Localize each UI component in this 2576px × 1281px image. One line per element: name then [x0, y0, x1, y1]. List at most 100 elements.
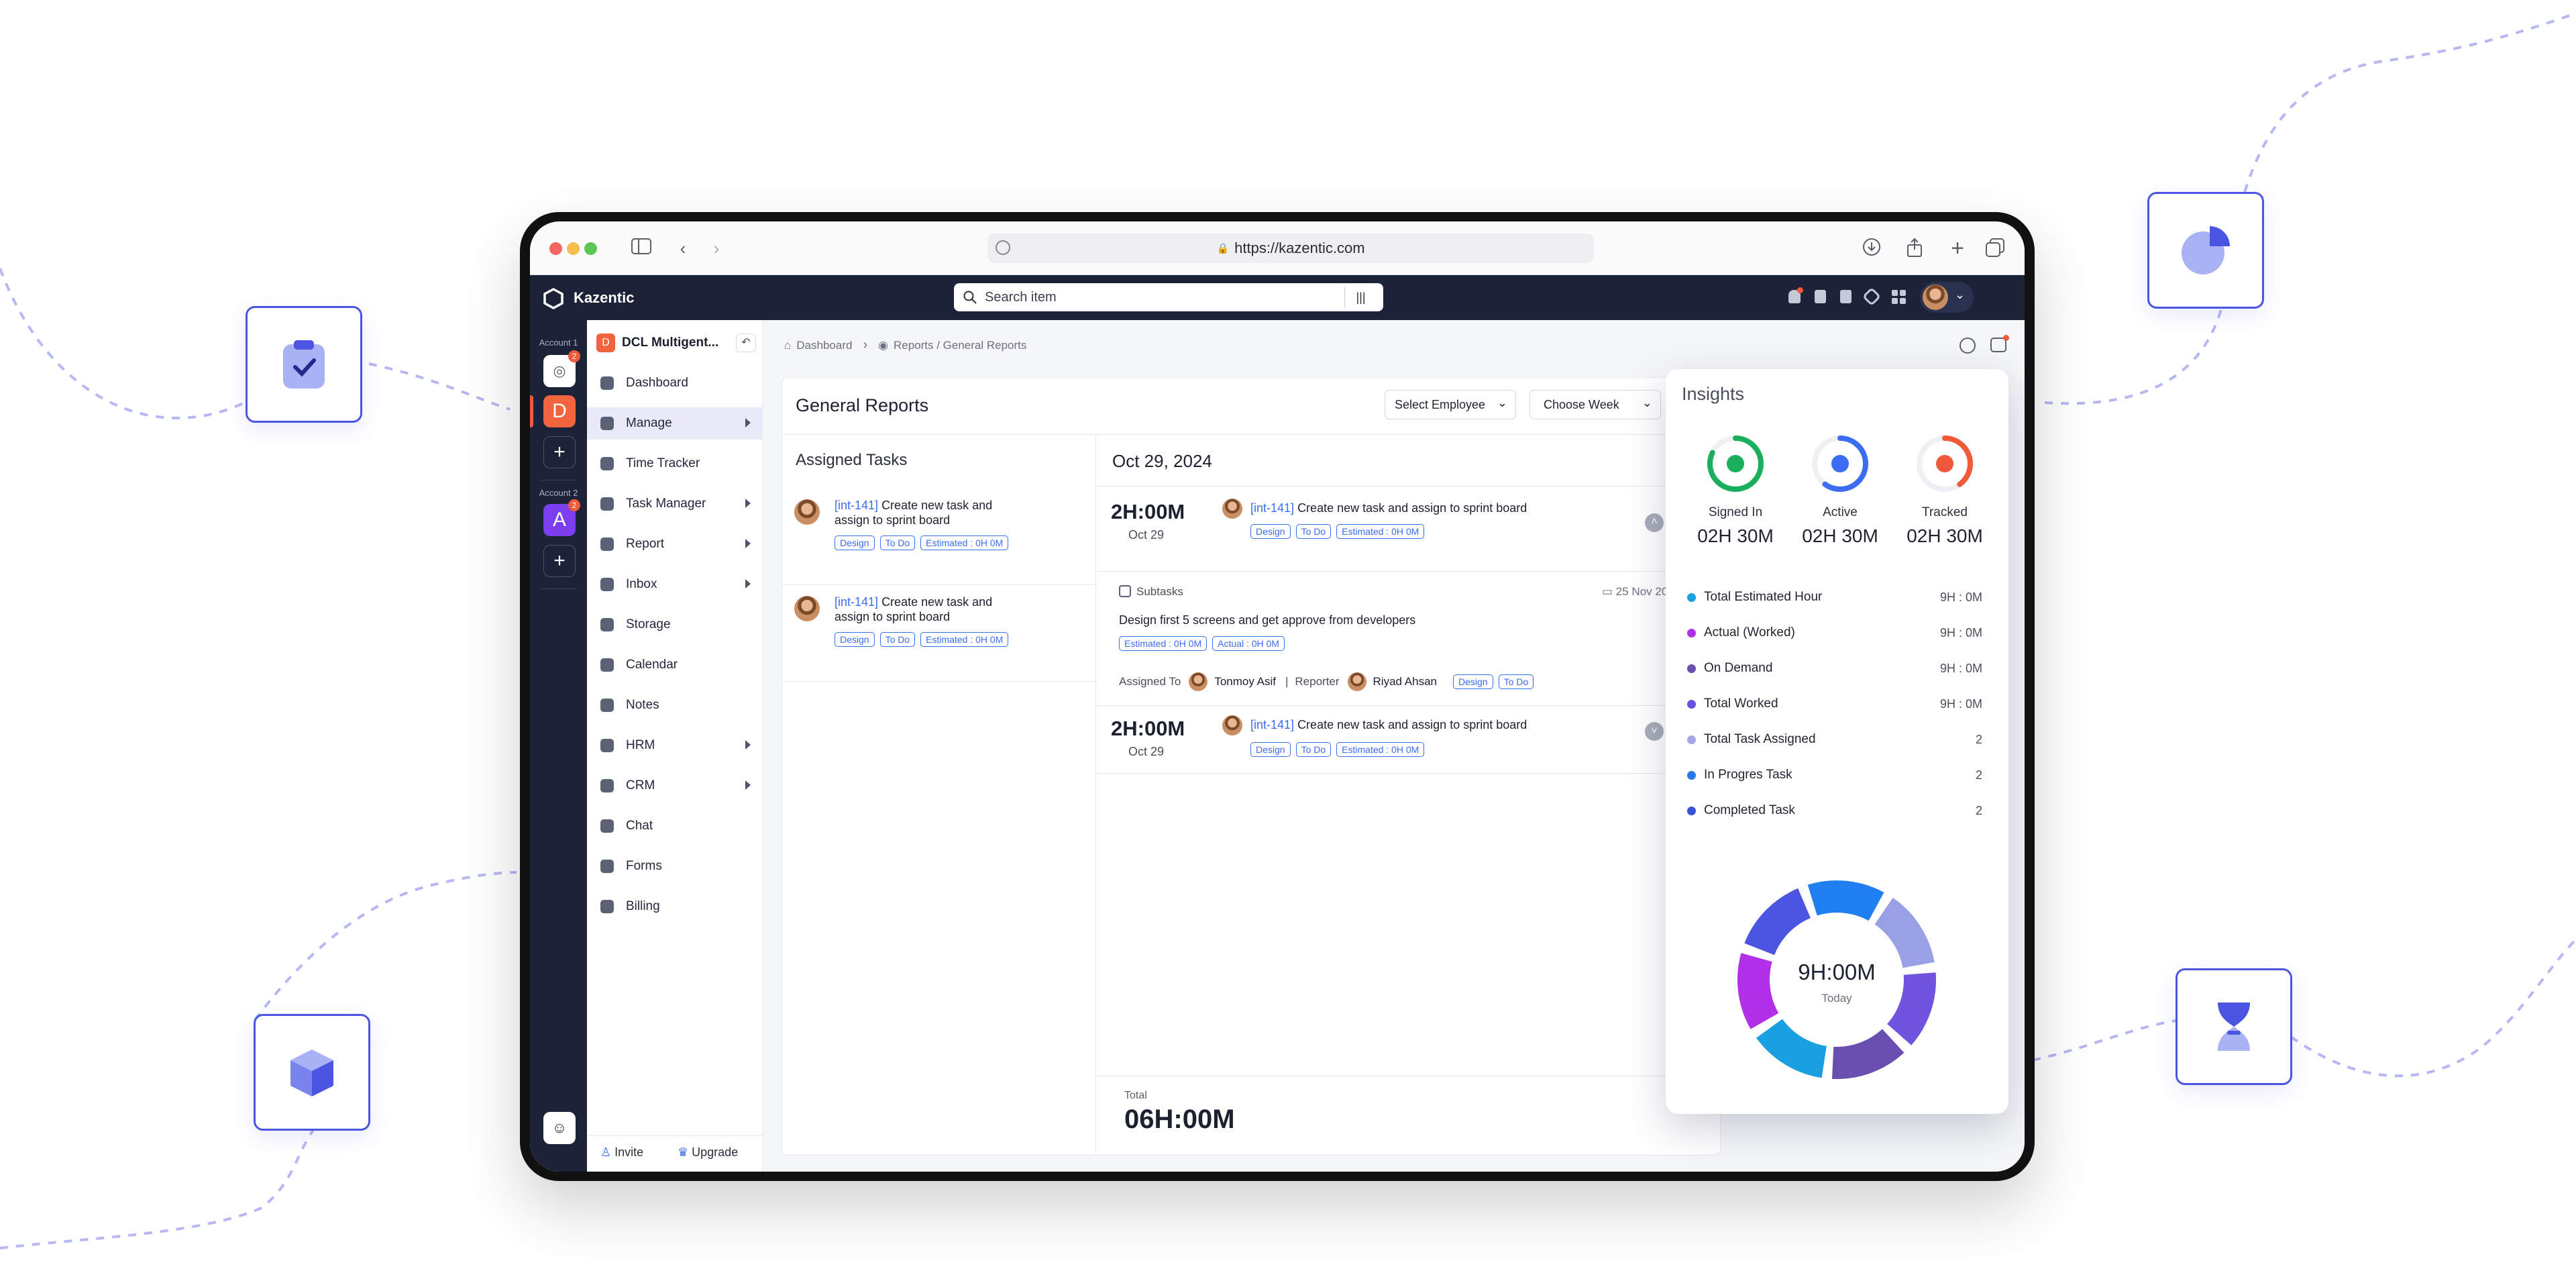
assigned-task-item[interactable]: [int-141] Create new task and assign to s…	[782, 489, 1095, 585]
sidebar-item-label: Dashboard	[626, 376, 688, 390]
expand-icon[interactable]: ˅	[1645, 722, 1664, 741]
insight-value: 2	[1975, 768, 1982, 782]
legend-bullet	[1687, 628, 1696, 637]
sidebar-item-manage[interactable]: Manage	[587, 407, 763, 440]
entry-task-id[interactable]: [int-141]	[1250, 718, 1294, 731]
task-manager-icon	[600, 497, 614, 511]
insight-label: On Demand	[1704, 661, 1773, 675]
insight-value: 9H : 0M	[1939, 661, 1982, 675]
feedback-icon[interactable]	[1990, 335, 2009, 352]
insight-value: 2	[1975, 732, 1982, 746]
workspace-d-button[interactable]: D	[543, 395, 576, 427]
forward-icon[interactable]: ›	[706, 238, 727, 259]
sidebar-item-chat[interactable]: Chat	[587, 810, 763, 842]
task-id[interactable]: [int-141]	[835, 595, 878, 609]
insight-row: Total Task Assigned 2	[1687, 729, 1982, 750]
notes-icon[interactable]	[1815, 290, 1826, 303]
link-icon[interactable]	[1862, 287, 1882, 307]
donut-segment	[1756, 1019, 1827, 1078]
app-topbar: Kazentic Search item ||| ⌄	[530, 275, 2025, 320]
report-title: General Reports	[796, 395, 929, 415]
donut-segment	[1831, 1029, 1904, 1079]
sidebar-toggle-icon[interactable]	[631, 238, 652, 259]
task-avatar	[1222, 499, 1242, 519]
task-text-line2: assign to sprint board	[835, 513, 951, 527]
user-menu[interactable]: ⌄	[1920, 282, 1974, 313]
task-title: [int-141] Create new task and assign to s…	[835, 595, 992, 624]
date-header: Oct 29, 2024	[1112, 451, 1212, 471]
tag-actual: Actual : 0H 0M	[1212, 636, 1285, 651]
task-avatar	[1222, 715, 1242, 735]
insight-value: 9H : 0M	[1939, 590, 1982, 604]
sidebar-item-inbox[interactable]: Inbox	[587, 568, 763, 601]
hourglass-card	[2176, 968, 2292, 1085]
breadcrumb-path[interactable]: Reports / General Reports	[894, 339, 1026, 352]
sidebar-item-forms[interactable]: Forms	[587, 850, 763, 882]
voice-search-icon[interactable]: |||	[1344, 287, 1377, 307]
legend-bullet	[1687, 699, 1696, 709]
entry-task-text: Create new task and assign to sprint boa…	[1297, 501, 1527, 515]
workspace-name: DCL Multigent...	[622, 336, 719, 350]
assigned-task-item[interactable]: [int-141] Create new task and assign to s…	[782, 585, 1095, 682]
settings-icon[interactable]	[1960, 338, 1976, 354]
tabs-overview-icon[interactable]	[1984, 238, 2006, 259]
maximize-window-button[interactable]	[584, 242, 597, 255]
tag-status: To Do	[1295, 524, 1332, 539]
insight-label: Total Worked	[1704, 697, 1778, 711]
address-bar[interactable]: 🔒 https://kazentic.com	[987, 234, 1594, 263]
subtask-icon	[1119, 585, 1131, 597]
back-icon[interactable]: ‹	[672, 238, 694, 259]
site-settings-icon[interactable]	[996, 240, 1010, 255]
sidebar-item-dashboard[interactable]: Dashboard	[587, 367, 763, 399]
tag-status: To Do	[879, 632, 916, 647]
sidebar-item-label: Notes	[626, 698, 659, 712]
upgrade-button[interactable]: ♛ Upgrade	[678, 1145, 738, 1160]
apps-grid-icon[interactable]	[1892, 290, 1907, 305]
entry-task: [int-141] Create new task and assign to …	[1250, 718, 1527, 732]
sidebar-item-label: Time Tracker	[626, 456, 700, 470]
clipboard-icon[interactable]	[1840, 290, 1851, 303]
sidebar-item-task-manager[interactable]: Task Manager	[587, 488, 763, 520]
gauge-signed-in: Signed In 02H 30M	[1682, 433, 1789, 567]
sidebar: D DCL Multigent... ↶ Dashboard Manage Time…	[587, 320, 763, 1172]
add-workspace-button[interactable]: +	[543, 436, 576, 468]
legend-bullet	[1687, 806, 1696, 815]
time-entry[interactable]: 2H:00M Oct 29 [int-141] Create new task …	[1096, 486, 1720, 571]
dashboard-icon	[600, 376, 614, 390]
share-icon[interactable]	[1904, 238, 1925, 259]
account1-workspace-button[interactable]: ◎ 2	[543, 350, 580, 387]
sidebar-item-hrm[interactable]: HRM	[587, 729, 763, 762]
tag-estimate: Estimated : 0H 0M	[1336, 524, 1425, 539]
time-entry[interactable]: 2H:00M Oct 29 [int-141] Create new task …	[1096, 705, 1720, 774]
sidebar-item-time-tracker[interactable]: Time Tracker	[587, 448, 763, 480]
add-workspace-button-2[interactable]: +	[543, 545, 576, 577]
workspace-header[interactable]: D DCL Multigent... ↶	[596, 329, 756, 356]
task-id[interactable]: [int-141]	[835, 499, 878, 512]
minimize-window-button[interactable]	[567, 242, 580, 255]
select-employee-dropdown[interactable]: Select Employee ⌄	[1385, 390, 1516, 419]
workspace-switch-icon[interactable]: ↶	[736, 334, 756, 352]
sidebar-item-report[interactable]: Report	[587, 528, 763, 560]
help-icon[interactable]: ☺	[543, 1112, 576, 1144]
sidebar-item-storage[interactable]: Storage	[587, 609, 763, 641]
download-icon[interactable]	[1861, 238, 1882, 259]
donut-segment	[1744, 888, 1811, 956]
subtask-title[interactable]: Design first 5 screens and get approve f…	[1119, 613, 1415, 627]
new-tab-icon[interactable]: +	[1947, 237, 1968, 260]
choose-week-dropdown[interactable]: Choose Week ⌄	[1529, 390, 1661, 419]
entry-task-id[interactable]: [int-141]	[1250, 501, 1294, 515]
invite-button[interactable]: ♙ Invite	[600, 1145, 643, 1160]
notification-bell-icon[interactable]	[1788, 287, 1803, 303]
breadcrumb-dashboard[interactable]: Dashboard	[796, 339, 852, 352]
workspace-a-button[interactable]: A 2	[543, 499, 580, 536]
assignee-name[interactable]: Tonmoy Asif	[1214, 675, 1276, 688]
sidebar-item-billing[interactable]: Billing	[587, 890, 763, 923]
sidebar-item-calendar[interactable]: Calendar	[587, 649, 763, 681]
close-window-button[interactable]	[549, 242, 562, 255]
search-input[interactable]: Search item |||	[954, 283, 1383, 311]
sidebar-item-crm[interactable]: CRM	[587, 770, 763, 802]
search-icon	[963, 291, 977, 304]
sidebar-item-notes[interactable]: Notes	[587, 689, 763, 721]
collapse-icon[interactable]: ˄	[1645, 513, 1664, 532]
reporter-name[interactable]: Riyad Ahsan	[1373, 675, 1437, 688]
